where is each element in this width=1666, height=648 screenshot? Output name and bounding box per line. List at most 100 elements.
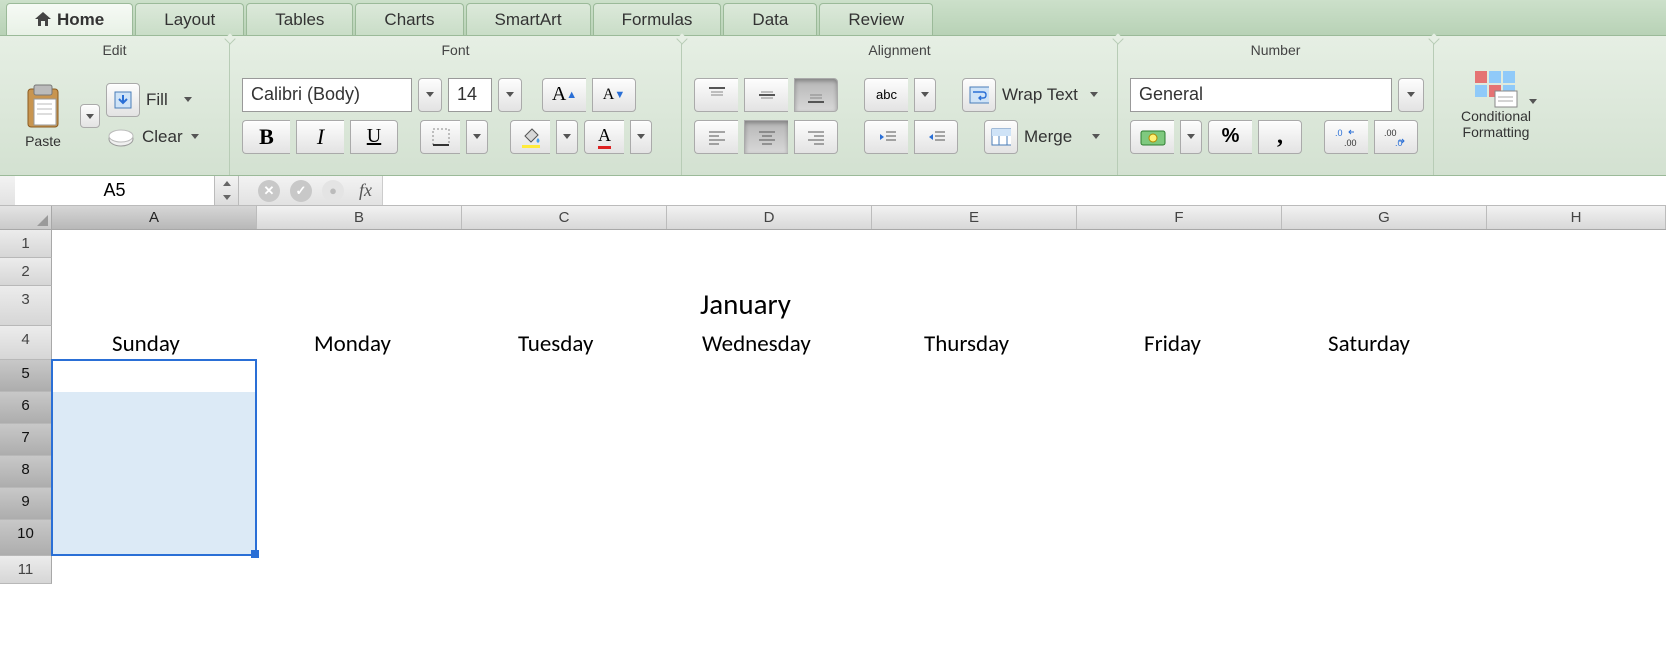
- row-header-2[interactable]: 2: [0, 258, 52, 286]
- bucket-icon: [520, 126, 542, 148]
- row-header-9[interactable]: 9: [0, 488, 52, 520]
- row-header-4[interactable]: 4: [0, 326, 52, 360]
- paste-dropdown[interactable]: [80, 104, 100, 128]
- fill-dropdown-icon[interactable]: [184, 97, 192, 102]
- tab-label: Home: [57, 10, 104, 29]
- font-color-dropdown[interactable]: [630, 120, 652, 154]
- row-header-6[interactable]: 6: [0, 392, 52, 424]
- eraser-icon: [106, 125, 136, 149]
- tab-formulas[interactable]: Formulas: [593, 3, 722, 35]
- merge-dropdown-icon[interactable]: [1092, 134, 1100, 139]
- cell-day-tue: Tuesday: [518, 330, 593, 358]
- align-right-button[interactable]: [794, 120, 838, 154]
- fill-button[interactable]: [106, 83, 140, 117]
- font-size-field[interactable]: 14: [448, 78, 492, 112]
- row-header-10[interactable]: 10: [0, 520, 52, 556]
- increase-decimal-button[interactable]: .00.0: [1374, 120, 1418, 154]
- row-header-1[interactable]: 1: [0, 230, 52, 258]
- number-format-field[interactable]: General: [1130, 78, 1392, 112]
- fill-color-dropdown[interactable]: [556, 120, 578, 154]
- decrease-decimal-button[interactable]: .0.00: [1324, 120, 1368, 154]
- cell-day-mon: Monday: [314, 330, 391, 358]
- paste-button[interactable]: Paste: [12, 62, 74, 170]
- wrap-text-label: Wrap Text: [1002, 85, 1078, 105]
- shrink-font-button[interactable]: A▼: [592, 78, 636, 112]
- align-bottom-button[interactable]: [794, 78, 838, 112]
- group-font: Font Calibri (Body) 14 A▲ A▼ B I U: [230, 36, 682, 175]
- row-header-3[interactable]: 3: [0, 286, 52, 326]
- font-name-field[interactable]: Calibri (Body): [242, 78, 412, 112]
- merge-label: Merge: [1024, 127, 1072, 147]
- row-header-11[interactable]: 11: [0, 556, 52, 584]
- tab-tables[interactable]: Tables: [246, 3, 353, 35]
- cancel-formula-button[interactable]: ✕: [258, 180, 280, 202]
- borders-dropdown[interactable]: [466, 120, 488, 154]
- group-number: Number General % , .0.00 .00.0: [1118, 36, 1434, 175]
- number-format-dropdown[interactable]: [1398, 78, 1424, 112]
- tab-charts[interactable]: Charts: [355, 3, 463, 35]
- column-header-f[interactable]: F: [1077, 206, 1282, 229]
- conditional-dropdown-icon[interactable]: [1529, 99, 1537, 104]
- accept-formula-button[interactable]: ✓: [290, 180, 312, 202]
- selection-fill: [52, 392, 257, 556]
- conditional-formatting-button[interactable]: Conditional Formatting: [1446, 44, 1546, 164]
- underline-button[interactable]: U: [350, 120, 398, 154]
- column-header-b[interactable]: B: [257, 206, 462, 229]
- group-edit: Edit Paste Fill Clear: [0, 36, 230, 175]
- grow-font-button[interactable]: A▲: [542, 78, 586, 112]
- column-header-h[interactable]: H: [1487, 206, 1666, 229]
- italic-button[interactable]: I: [296, 120, 344, 154]
- tab-home[interactable]: Home: [6, 3, 133, 35]
- column-header-a[interactable]: A: [52, 206, 257, 229]
- wrap-text-icon-button[interactable]: [962, 78, 996, 112]
- fill-label: Fill: [146, 90, 168, 110]
- font-name-dropdown[interactable]: [418, 78, 442, 112]
- tab-layout[interactable]: Layout: [135, 3, 244, 35]
- column-header-e[interactable]: E: [872, 206, 1077, 229]
- column-header-c[interactable]: C: [462, 206, 667, 229]
- conditional-icon: [1473, 69, 1519, 109]
- currency-button[interactable]: [1130, 120, 1174, 154]
- tab-smartart[interactable]: SmartArt: [466, 3, 591, 35]
- decrease-indent-button[interactable]: [864, 120, 908, 154]
- name-box[interactable]: A5: [15, 176, 215, 205]
- formula-input[interactable]: [382, 176, 1666, 205]
- borders-button[interactable]: [420, 120, 460, 154]
- group-label-alignment: Alignment: [694, 40, 1105, 60]
- align-left-button[interactable]: [694, 120, 738, 154]
- row-header-8[interactable]: 8: [0, 456, 52, 488]
- home-icon: [35, 12, 51, 26]
- tab-review[interactable]: Review: [819, 3, 933, 35]
- increase-indent-button[interactable]: [914, 120, 958, 154]
- currency-dropdown[interactable]: [1180, 120, 1202, 154]
- comma-button[interactable]: ,: [1258, 120, 1302, 154]
- tab-data[interactable]: Data: [723, 3, 817, 35]
- percent-button[interactable]: %: [1208, 120, 1252, 154]
- row-header-5[interactable]: 5: [0, 360, 52, 392]
- align-middle-button[interactable]: [744, 78, 788, 112]
- align-top-button[interactable]: [694, 78, 738, 112]
- column-header-d[interactable]: D: [667, 206, 872, 229]
- font-color-button[interactable]: A: [584, 120, 624, 154]
- formula-builder-button[interactable]: ●: [322, 180, 344, 202]
- group-label-number: Number: [1130, 40, 1421, 60]
- svg-text:.00: .00: [1344, 138, 1357, 147]
- orientation-button[interactable]: abc: [864, 78, 908, 112]
- row-header-7[interactable]: 7: [0, 424, 52, 456]
- name-box-stepper[interactable]: [215, 176, 239, 205]
- cell-day-sat: Saturday: [1328, 330, 1410, 358]
- bold-button[interactable]: B: [242, 120, 290, 154]
- fill-color-button[interactable]: [510, 120, 550, 154]
- select-all-corner[interactable]: [0, 206, 52, 229]
- column-header-g[interactable]: G: [1282, 206, 1487, 229]
- cell-area[interactable]: January Sunday Monday Tuesday Wednesday …: [52, 230, 1666, 584]
- clear-dropdown-icon[interactable]: [191, 134, 199, 139]
- cell-day-wed: Wednesday: [702, 330, 811, 358]
- orientation-dropdown[interactable]: [914, 78, 936, 112]
- align-center-button[interactable]: [744, 120, 788, 154]
- merge-icon-button[interactable]: [984, 120, 1018, 154]
- group-label-edit: Edit: [12, 40, 217, 60]
- wrap-dropdown-icon[interactable]: [1090, 92, 1098, 97]
- cell-day-sun: Sunday: [112, 330, 180, 358]
- font-size-dropdown[interactable]: [498, 78, 522, 112]
